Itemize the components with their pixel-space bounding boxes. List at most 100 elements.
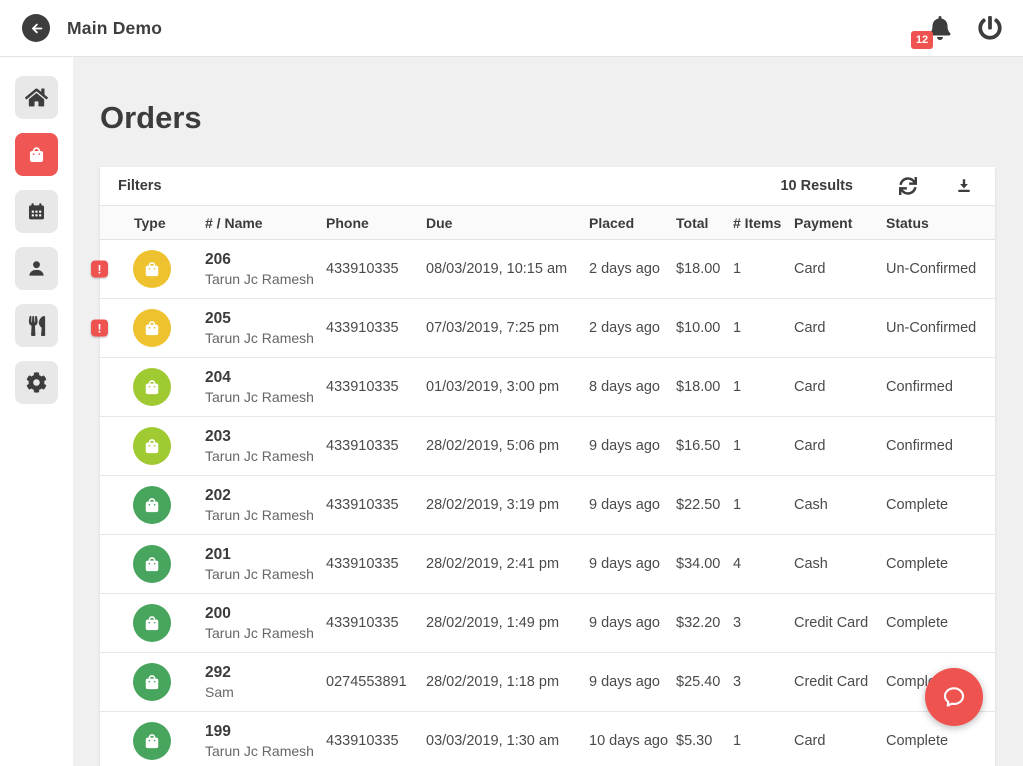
order-placed: 9 days ago [589, 674, 676, 690]
order-type-bag-icon [133, 604, 171, 642]
order-phone: 433910335 [326, 497, 426, 513]
order-total: $22.50 [676, 497, 733, 513]
order-phone: 433910335 [326, 438, 426, 454]
column-header: Due [426, 215, 589, 231]
app-title: Main Demo [67, 18, 162, 39]
notifications-button[interactable]: 12 [924, 12, 956, 44]
order-items-count: 3 [733, 615, 794, 631]
order-items-count: 3 [733, 674, 794, 690]
order-type-cell: ! [100, 653, 205, 711]
order-total: $10.00 [676, 320, 733, 336]
download-button[interactable] [951, 173, 977, 199]
sidebar-item-settings[interactable] [15, 361, 58, 404]
order-row[interactable]: ! 203 Tarun Jc Ramesh 433910335 28/02/20… [100, 417, 995, 476]
order-number-name-cell: 201 Tarun Jc Ramesh [205, 545, 326, 584]
column-header: # Items [733, 215, 794, 231]
back-arrow-icon [28, 20, 45, 37]
column-header: Status [886, 215, 995, 231]
order-number: 203 [205, 427, 326, 447]
order-number-name-cell: 202 Tarun Jc Ramesh [205, 486, 326, 525]
page-title: Orders [100, 99, 1023, 137]
order-status: Complete [886, 556, 995, 572]
orders-card: Filters 10 Results Type# / NamePhoneDueP… [100, 167, 995, 766]
notification-count-badge: 12 [911, 31, 933, 49]
order-customer-name: Tarun Jc Ramesh [205, 742, 326, 761]
order-number-name-cell: 206 Tarun Jc Ramesh [205, 250, 326, 289]
order-customer-name: Tarun Jc Ramesh [205, 624, 326, 643]
home-icon [25, 86, 48, 109]
order-number-name-cell: 199 Tarun Jc Ramesh [205, 722, 326, 761]
order-status: Confirmed [886, 379, 995, 395]
filters-label[interactable]: Filters [118, 178, 162, 194]
order-payment: Credit Card [794, 674, 886, 690]
order-payment: Card [794, 379, 886, 395]
order-phone: 433910335 [326, 261, 426, 277]
order-due: 03/03/2019, 1:30 am [426, 733, 589, 749]
order-row[interactable]: ! 292 Sam 0274553891 28/02/2019, 1:18 pm… [100, 653, 995, 712]
sidebar-item-menu[interactable] [15, 304, 58, 347]
order-status: Confirmed [886, 438, 995, 454]
order-type-bag-icon [133, 663, 171, 701]
refresh-button[interactable] [895, 173, 921, 199]
results-count: 10 Results [780, 178, 853, 194]
order-row[interactable]: ! 200 Tarun Jc Ramesh 433910335 28/02/20… [100, 594, 995, 653]
sidebar-item-customers[interactable] [15, 247, 58, 290]
order-total: $34.00 [676, 556, 733, 572]
order-type-bag-icon [133, 250, 171, 288]
order-payment: Cash [794, 497, 886, 513]
chat-launcher-button[interactable] [925, 668, 983, 726]
filters-bar: Filters 10 Results [100, 167, 995, 205]
sidebar-item-orders[interactable] [15, 133, 58, 176]
shopping-bag-icon [26, 144, 47, 165]
order-due: 28/02/2019, 1:18 pm [426, 674, 589, 690]
person-icon [26, 258, 47, 279]
order-customer-name: Tarun Jc Ramesh [205, 565, 326, 584]
topbar: Main Demo 12 [0, 0, 1023, 57]
order-number: 206 [205, 250, 326, 270]
order-due: 28/02/2019, 3:19 pm [426, 497, 589, 513]
column-header: Type [100, 215, 205, 231]
order-due: 07/03/2019, 7:25 pm [426, 320, 589, 336]
sidebar-item-home[interactable] [15, 76, 58, 119]
order-row[interactable]: ! 201 Tarun Jc Ramesh 433910335 28/02/20… [100, 535, 995, 594]
order-type-cell: ! [100, 712, 205, 766]
gear-icon [26, 372, 47, 393]
order-placed: 2 days ago [589, 320, 676, 336]
order-items-count: 1 [733, 320, 794, 336]
sidebar-item-calendar[interactable] [15, 190, 58, 233]
order-total: $18.00 [676, 379, 733, 395]
back-button[interactable] [22, 14, 50, 42]
order-type-cell: ! [100, 476, 205, 534]
order-phone: 433910335 [326, 615, 426, 631]
order-status: Complete [886, 497, 995, 513]
order-placed: 9 days ago [589, 615, 676, 631]
order-customer-name: Tarun Jc Ramesh [205, 270, 326, 289]
order-total: $18.00 [676, 261, 733, 277]
order-payment: Card [794, 320, 886, 336]
orders-table-body: ! 206 Tarun Jc Ramesh 433910335 08/03/20… [100, 240, 995, 766]
download-icon [955, 177, 973, 195]
order-number: 202 [205, 486, 326, 506]
order-number: 199 [205, 722, 326, 742]
order-payment: Card [794, 733, 886, 749]
order-row[interactable]: ! 202 Tarun Jc Ramesh 433910335 28/02/20… [100, 476, 995, 535]
order-type-cell: ! [100, 417, 205, 475]
order-items-count: 1 [733, 497, 794, 513]
alert-icon: ! [91, 320, 108, 337]
order-number: 204 [205, 368, 326, 388]
order-row[interactable]: ! 205 Tarun Jc Ramesh 433910335 07/03/20… [100, 299, 995, 358]
order-total: $16.50 [676, 438, 733, 454]
order-row[interactable]: ! 204 Tarun Jc Ramesh 433910335 01/03/20… [100, 358, 995, 417]
logout-button[interactable] [974, 12, 1006, 44]
order-placed: 9 days ago [589, 438, 676, 454]
order-items-count: 1 [733, 438, 794, 454]
calendar-icon [26, 201, 47, 222]
order-type-bag-icon [133, 486, 171, 524]
main-content: Orders Filters 10 Results Type# / NamePh… [73, 57, 1023, 766]
order-number: 200 [205, 604, 326, 624]
order-due: 28/02/2019, 5:06 pm [426, 438, 589, 454]
order-phone: 0274553891 [326, 674, 426, 690]
order-row[interactable]: ! 199 Tarun Jc Ramesh 433910335 03/03/20… [100, 712, 995, 766]
column-header: Total [676, 215, 733, 231]
order-row[interactable]: ! 206 Tarun Jc Ramesh 433910335 08/03/20… [100, 240, 995, 299]
